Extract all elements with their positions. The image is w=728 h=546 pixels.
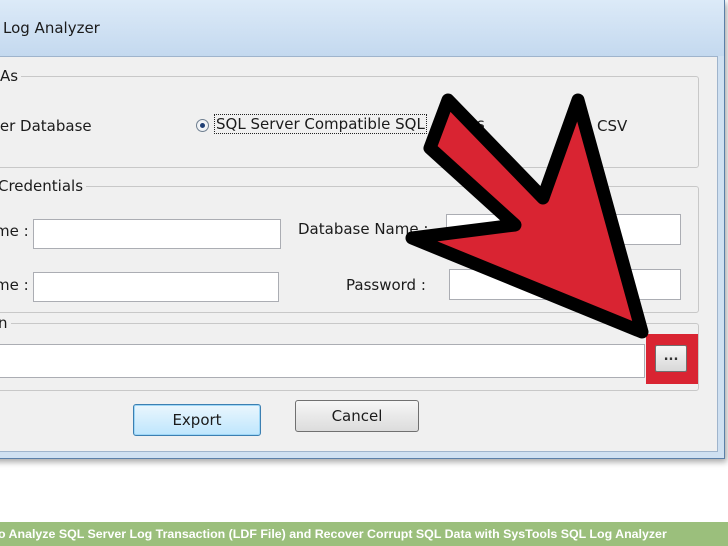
- option-sql-server-database-label[interactable]: ver Database: [0, 117, 92, 135]
- window-title: Log Analyzer: [3, 19, 100, 37]
- server-name-input[interactable]: [33, 219, 281, 249]
- export-button[interactable]: Export: [133, 404, 261, 436]
- log-analyzer-dialog: Log Analyzer As ver Database SQL Server …: [0, 0, 725, 459]
- browse-highlight: ...: [646, 334, 698, 384]
- password-input[interactable]: [449, 269, 681, 300]
- database-name-input[interactable]: [446, 214, 681, 245]
- user-name-input[interactable]: [33, 272, 279, 302]
- server-name-label: me :: [0, 222, 29, 240]
- option-csv-radio[interactable]: [576, 120, 589, 133]
- credentials-group: Credentials me : Database Name : me : Pa…: [0, 177, 699, 313]
- option-sql-script-radio[interactable]: [196, 119, 209, 132]
- destination-path-input[interactable]: [0, 344, 645, 378]
- destination-group: n: [0, 314, 699, 391]
- article-caption: o Analyze SQL Server Log Transaction (LD…: [0, 522, 728, 546]
- option-sql-script-label[interactable]: SQL Server Compatible SQL: [214, 114, 427, 134]
- credentials-legend: Credentials: [0, 177, 87, 195]
- user-name-label: me :: [0, 276, 29, 294]
- password-label: Password :: [346, 276, 426, 294]
- cancel-button[interactable]: Cancel: [295, 400, 419, 432]
- dialog-body: As ver Database SQL Server Compatible SQ…: [0, 56, 718, 452]
- export-as-group: As ver Database SQL Server Compatible SQ…: [0, 67, 699, 168]
- option-csv-label[interactable]: CSV: [597, 117, 627, 135]
- title-bar[interactable]: Log Analyzer: [0, 0, 724, 56]
- option-sql-script-label-tail: ts: [471, 115, 485, 133]
- database-name-label: Database Name :: [298, 220, 429, 238]
- export-as-legend: As: [0, 67, 22, 85]
- destination-legend: n: [0, 314, 11, 332]
- browse-button[interactable]: ...: [655, 345, 687, 372]
